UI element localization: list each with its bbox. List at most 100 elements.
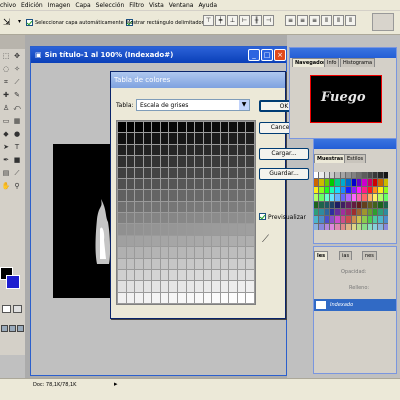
preview-checkbox[interactable] [259,213,266,220]
color-table-cell[interactable] [237,235,246,247]
color-table-cell[interactable] [195,144,203,156]
swatch[interactable] [314,223,319,230]
swatch[interactable] [346,223,351,230]
color-table-cell[interactable] [160,190,169,201]
color-table-cell[interactable] [212,213,220,224]
distribute-hcenter-icon[interactable]: ⦀ [333,15,344,26]
color-table-cell[interactable] [135,235,143,247]
navigator-panel-titlebar[interactable] [290,48,396,58]
color-table-cell[interactable] [195,235,203,247]
swatch[interactable] [335,223,340,230]
color-table-cell[interactable] [186,201,195,212]
color-table-cell[interactable] [160,224,169,235]
color-table-cell[interactable] [152,269,160,281]
swatch[interactable] [372,223,378,230]
swatch[interactable] [340,208,346,216]
color-table-cell[interactable] [169,213,177,224]
color-table-cell[interactable] [169,167,177,178]
swatch[interactable] [335,216,340,223]
color-table-cell[interactable] [169,224,177,235]
swatch[interactable] [319,208,324,216]
swatches-panel-titlebar[interactable] [314,139,396,149]
color-table-cell[interactable] [246,213,254,224]
color-table-cell[interactable] [186,178,195,190]
screen-mode-full-menu-icon[interactable] [9,325,16,332]
color-table-cell[interactable] [246,122,254,133]
stamp-tool-icon[interactable]: ♙ [1,103,11,113]
color-table-cell[interactable] [220,122,229,133]
swatch[interactable] [367,179,372,186]
swatch[interactable] [346,208,351,216]
swatch[interactable] [383,223,388,230]
swatch[interactable] [330,172,335,179]
swatch[interactable] [362,186,367,194]
color-table-cell[interactable] [246,133,254,144]
color-table-cell[interactable] [135,133,143,144]
color-table-cell[interactable] [169,258,177,269]
color-table-cell[interactable] [126,247,135,258]
color-table-cell[interactable] [143,247,152,258]
color-table-cell[interactable] [169,269,177,281]
color-table-cell[interactable] [229,122,237,133]
color-table-cell[interactable] [203,269,212,281]
swatch[interactable] [372,201,378,208]
color-table-cell[interactable] [220,224,229,235]
swatch[interactable] [319,194,324,201]
color-table-cell[interactable] [160,281,169,292]
swatch[interactable] [319,201,324,208]
color-table-cell[interactable] [118,281,126,292]
color-table-cell[interactable] [152,190,160,201]
swatch[interactable] [367,208,372,216]
swatches-grid[interactable] [314,172,388,230]
swatch[interactable] [330,194,335,201]
color-table-cell[interactable] [143,122,152,133]
color-table-cell[interactable] [212,247,220,258]
swatch[interactable] [378,208,383,216]
color-table-cell[interactable] [160,122,169,133]
color-table-cell[interactable] [220,201,229,212]
color-table-cell[interactable] [126,235,135,247]
color-table-cell[interactable] [152,144,160,156]
color-table-cell[interactable] [143,292,152,303]
hand-tool-icon[interactable]: ✋ [1,181,11,191]
swatch[interactable] [378,172,383,179]
color-table-cell[interactable] [126,167,135,178]
standard-mode-icon[interactable] [2,305,11,313]
color-table-cell[interactable] [143,269,152,281]
color-table-cell[interactable] [169,144,177,156]
color-table-cell[interactable] [169,122,177,133]
color-table-cell[interactable] [177,213,186,224]
color-table-cell[interactable] [220,258,229,269]
swatch[interactable] [362,201,367,208]
color-table-cell[interactable] [246,281,254,292]
swatch[interactable] [356,172,362,179]
pen-tool-icon[interactable]: ✒ [1,155,11,165]
swatch[interactable] [335,194,340,201]
color-table-cell[interactable] [229,156,237,167]
color-table-cell[interactable] [212,144,220,156]
menu-filtro[interactable]: Filtro [129,2,144,9]
swatch[interactable] [314,186,319,194]
color-table-cell[interactable] [229,201,237,212]
color-table-cell[interactable] [152,122,160,133]
swatch[interactable] [324,223,330,230]
swatch[interactable] [340,216,346,223]
color-table-cell[interactable] [160,178,169,190]
tab-layers[interactable]: les [314,251,329,260]
color-table-cell[interactable] [237,156,246,167]
swatch[interactable] [314,179,319,186]
swatch[interactable] [356,201,362,208]
swatch[interactable] [340,201,346,208]
color-table-cell[interactable] [126,224,135,235]
color-table-cell[interactable] [177,156,186,167]
swatch[interactable] [324,208,330,216]
color-table-cell[interactable] [203,178,212,190]
move-tool-icon[interactable]: ✥ [12,51,22,61]
color-table-cell[interactable] [220,156,229,167]
color-table-cell[interactable] [143,133,152,144]
color-table-cell[interactable] [135,258,143,269]
color-table-cell[interactable] [143,167,152,178]
swatch[interactable] [335,201,340,208]
color-table-cell[interactable] [246,144,254,156]
color-table-cell[interactable] [135,224,143,235]
